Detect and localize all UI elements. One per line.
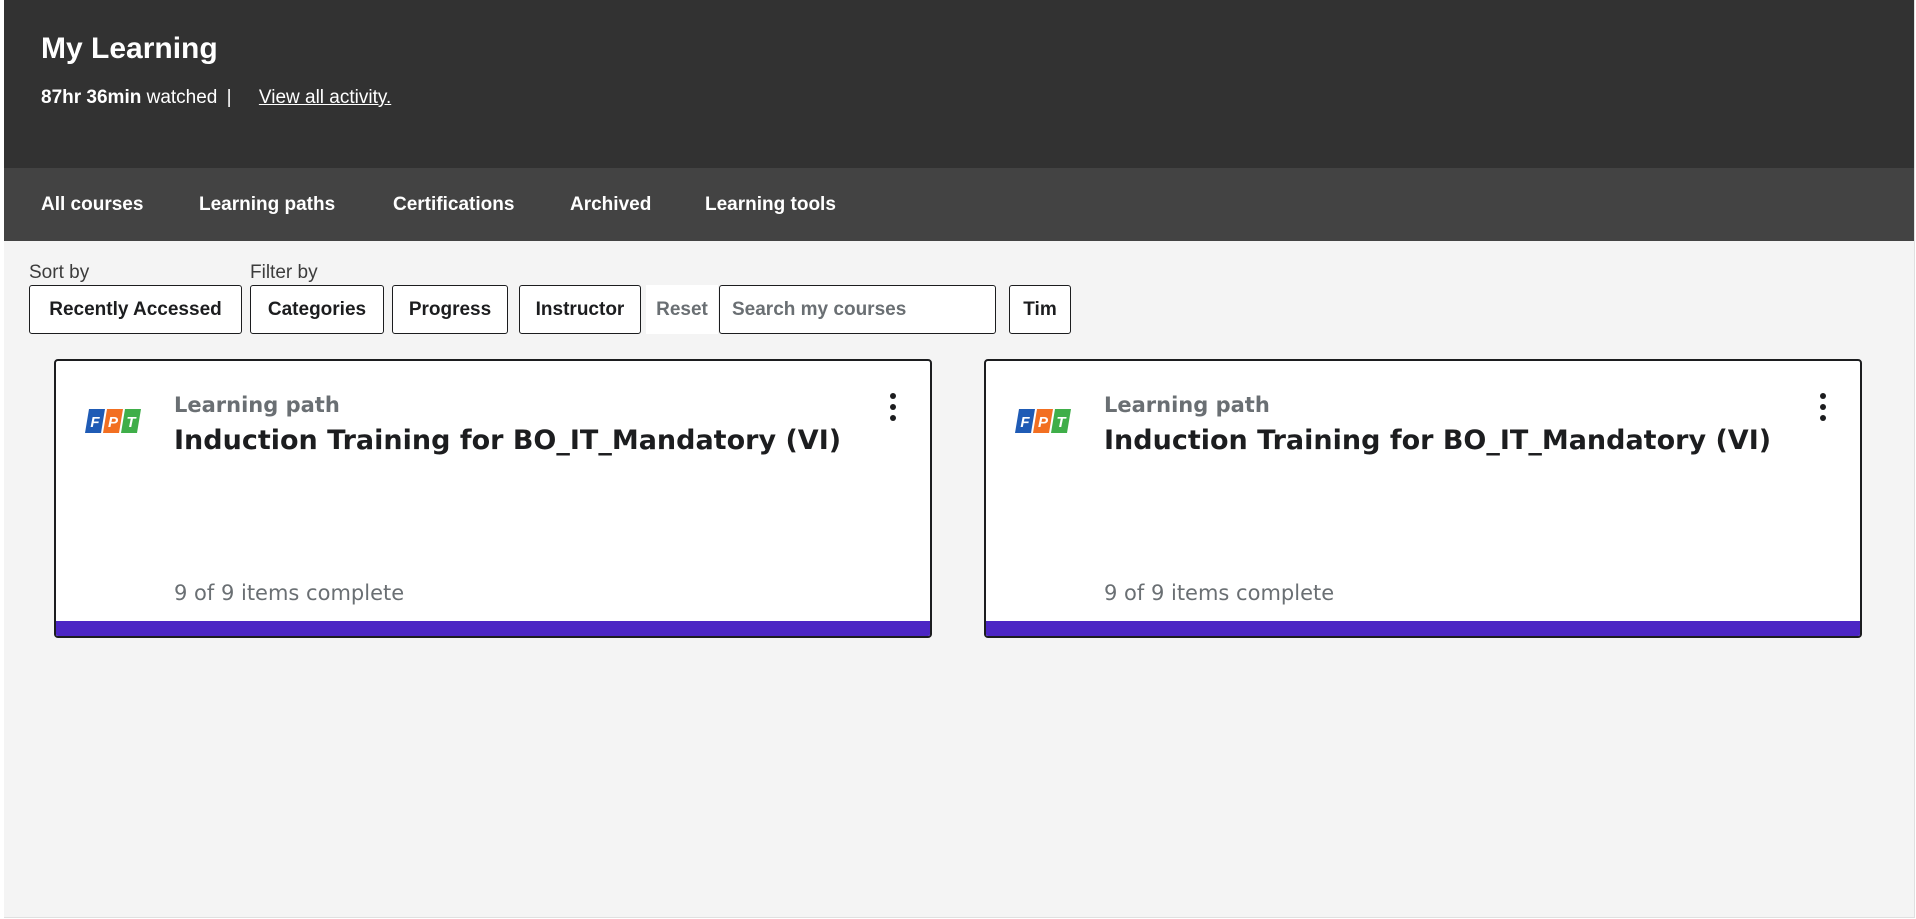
reset-button[interactable]: Reset <box>646 285 718 334</box>
progress-text: 9 of 9 items complete <box>1104 581 1335 605</box>
sort-filter-toolbar: Sort by Recently Accessed Filter by Cate… <box>4 241 1914 336</box>
filter-progress-button[interactable]: Progress <box>392 285 508 334</box>
progress-bar-fill <box>986 621 1860 636</box>
watched-time: 87hr 36min <box>41 87 142 108</box>
card-title[interactable]: Induction Training for BO_IT_Mandatory (… <box>174 425 841 456</box>
progress-bar-fill <box>56 621 930 636</box>
progress-text: 9 of 9 items complete <box>174 581 405 605</box>
fpt-logo-icon: F P T <box>85 409 141 433</box>
learning-path-card[interactable]: F P T Learning path Induction Training f… <box>54 359 932 638</box>
tab-certifications[interactable]: Certifications <box>393 168 514 241</box>
watched-stats: 87hr 36min watched | View all activity. <box>41 87 391 109</box>
progress-bar <box>986 621 1860 636</box>
filter-categories-button[interactable]: Categories <box>250 285 384 334</box>
filter-instructor-button[interactable]: Instructor <box>519 285 641 334</box>
page-frame: My Learning 87hr 36min watched | View al… <box>4 0 1915 918</box>
svg-text:P: P <box>108 414 119 431</box>
search-button[interactable]: Tim <box>1009 285 1071 334</box>
sort-select[interactable]: Recently Accessed <box>29 285 242 334</box>
view-all-activity-link[interactable]: View all activity. <box>259 87 391 108</box>
tab-learning-paths[interactable]: Learning paths <box>199 168 335 241</box>
my-learning-header: My Learning 87hr 36min watched | View al… <box>4 0 1914 168</box>
card-kind-label: Learning path <box>1104 393 1270 417</box>
learning-tabs: All courses Learning paths Certification… <box>4 168 1914 241</box>
fpt-logo-icon: F P T <box>1015 409 1071 433</box>
search-input[interactable] <box>719 285 996 334</box>
card-kind-label: Learning path <box>174 393 340 417</box>
card-title[interactable]: Induction Training for BO_IT_Mandatory (… <box>1104 425 1771 456</box>
tab-learning-tools[interactable]: Learning tools <box>705 168 836 241</box>
watched-suffix: watched <box>146 87 218 108</box>
tab-all-courses[interactable]: All courses <box>41 168 143 241</box>
learning-path-card[interactable]: F P T Learning path Induction Training f… <box>984 359 1862 638</box>
more-options-icon[interactable] <box>1816 391 1830 423</box>
stats-separator: | <box>226 87 232 108</box>
tab-archived[interactable]: Archived <box>570 168 651 241</box>
svg-text:F: F <box>1020 414 1030 431</box>
more-options-icon[interactable] <box>886 391 900 423</box>
sort-by-label: Sort by <box>29 262 90 283</box>
page-title: My Learning <box>41 32 218 65</box>
svg-text:P: P <box>1038 414 1049 431</box>
svg-text:F: F <box>90 414 100 431</box>
progress-bar <box>56 621 930 636</box>
filter-by-label: Filter by <box>250 262 318 283</box>
